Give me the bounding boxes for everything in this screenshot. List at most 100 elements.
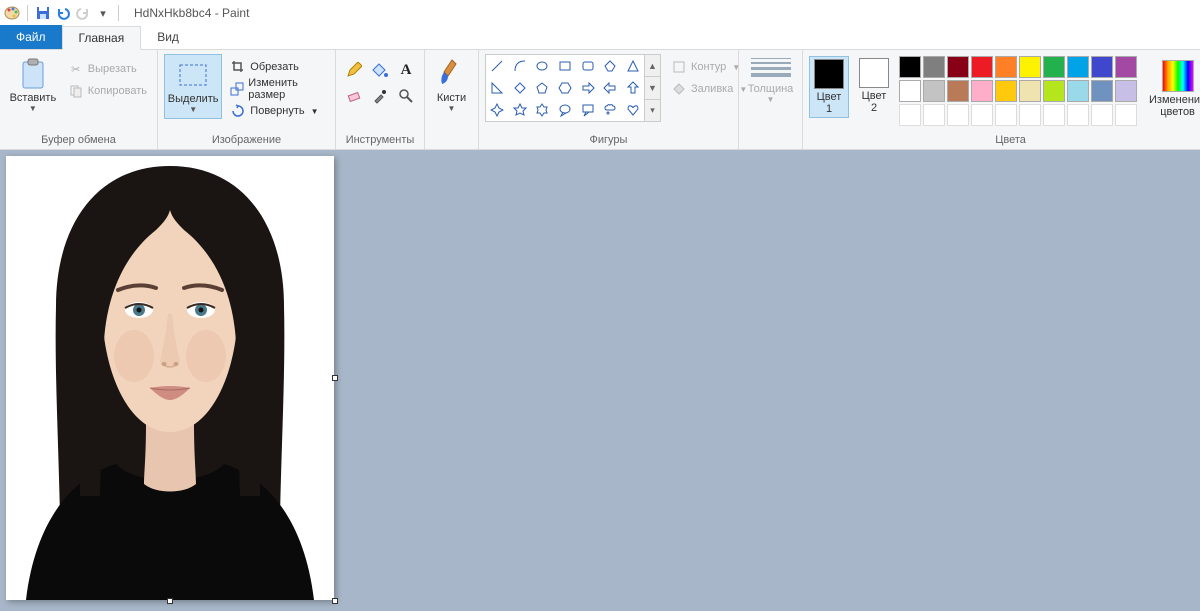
- shape-callout-cloud[interactable]: [599, 99, 622, 121]
- shape-hexagon[interactable]: [554, 77, 577, 99]
- shape-triangle[interactable]: [621, 55, 644, 77]
- brushes-button[interactable]: Кисти ▼: [428, 54, 476, 117]
- size-button[interactable]: Толщина ▼: [740, 54, 802, 108]
- palette-empty[interactable]: [971, 104, 993, 126]
- shape-line[interactable]: [486, 55, 509, 77]
- paste-button[interactable]: Вставить ▼: [6, 54, 60, 117]
- palette-color[interactable]: [1019, 56, 1041, 78]
- palette-color[interactable]: [995, 80, 1017, 102]
- canvas-area[interactable]: [0, 150, 1200, 611]
- save-icon[interactable]: [35, 5, 51, 21]
- palette-color[interactable]: [1115, 56, 1137, 78]
- resize-handle-right[interactable]: [332, 375, 338, 381]
- shape-rect[interactable]: [554, 55, 577, 77]
- rotate-button[interactable]: Повернуть ▼: [226, 100, 329, 122]
- select-rect-icon: [177, 59, 209, 91]
- palette-empty[interactable]: [1067, 104, 1089, 126]
- shape-star4[interactable]: [486, 99, 509, 121]
- undo-icon[interactable]: [55, 5, 71, 21]
- canvas[interactable]: [6, 156, 334, 600]
- palette-color[interactable]: [971, 80, 993, 102]
- shape-polygon[interactable]: [599, 55, 622, 77]
- scissors-icon: ✂: [68, 61, 84, 77]
- palette-color[interactable]: [971, 56, 993, 78]
- shape-right-triangle[interactable]: [486, 77, 509, 99]
- color-palette: [899, 56, 1137, 126]
- palette-empty[interactable]: [1115, 104, 1137, 126]
- palette-empty[interactable]: [1019, 104, 1041, 126]
- fill-tool[interactable]: [368, 58, 392, 82]
- shape-star5[interactable]: [509, 99, 532, 121]
- shape-heart[interactable]: [621, 99, 644, 121]
- cut-button[interactable]: ✂ Вырезать: [64, 58, 151, 80]
- canvas-image: [6, 156, 334, 600]
- palette-color[interactable]: [899, 56, 921, 78]
- shape-callout-round[interactable]: [554, 99, 577, 121]
- chevron-down-icon: ▼: [767, 95, 775, 104]
- shapes-gallery[interactable]: [485, 54, 645, 122]
- resize-handle-bottom[interactable]: [167, 598, 173, 604]
- resize-handle-corner[interactable]: [332, 598, 338, 604]
- shape-roundrect[interactable]: [576, 55, 599, 77]
- palette-color[interactable]: [1115, 80, 1137, 102]
- palette-empty[interactable]: [995, 104, 1017, 126]
- shape-pentagon[interactable]: [531, 77, 554, 99]
- resize-button[interactable]: Изменить размер: [226, 78, 329, 100]
- outline-icon: [671, 59, 687, 75]
- shape-diamond[interactable]: [509, 77, 532, 99]
- clipboard-icon: [17, 58, 49, 90]
- shape-callout-rect[interactable]: [576, 99, 599, 121]
- palette-color[interactable]: [1067, 56, 1089, 78]
- picker-tool[interactable]: [368, 84, 392, 108]
- shape-star6[interactable]: [531, 99, 554, 121]
- scroll-up-icon[interactable]: ▲: [645, 55, 660, 77]
- copy-button[interactable]: Копировать: [64, 80, 151, 102]
- shape-curve[interactable]: [509, 55, 532, 77]
- zoom-tool[interactable]: [394, 84, 418, 108]
- palette-empty[interactable]: [923, 104, 945, 126]
- crop-button[interactable]: Обрезать: [226, 56, 329, 78]
- select-button[interactable]: Выделить ▼: [164, 54, 222, 119]
- palette-color[interactable]: [1043, 56, 1065, 78]
- palette-color[interactable]: [1067, 80, 1089, 102]
- palette-color[interactable]: [1043, 80, 1065, 102]
- edit-colors-button[interactable]: Изменение цветов: [1143, 56, 1200, 122]
- redo-icon[interactable]: [75, 5, 91, 21]
- shape-arrow-right[interactable]: [576, 77, 599, 99]
- palette-color[interactable]: [923, 56, 945, 78]
- palette-color[interactable]: [1091, 56, 1113, 78]
- chevron-down-icon: ▼: [311, 107, 319, 116]
- window-title: HdNxHkb8bc4 - Paint: [134, 6, 249, 20]
- tab-file[interactable]: Файл: [0, 25, 62, 49]
- palette-color[interactable]: [1091, 80, 1113, 102]
- shapes-scroll[interactable]: ▲ ▼ ▾: [645, 54, 661, 122]
- palette-color[interactable]: [995, 56, 1017, 78]
- palette-empty[interactable]: [947, 104, 969, 126]
- palette-color[interactable]: [947, 56, 969, 78]
- shape-arrow-up[interactable]: [621, 77, 644, 99]
- group-label-tools: Инструменты: [336, 134, 424, 149]
- palette-color[interactable]: [1019, 80, 1041, 102]
- palette-color[interactable]: [947, 80, 969, 102]
- shape-arrow-left[interactable]: [599, 77, 622, 99]
- color2-swatch: [859, 58, 889, 88]
- app-icon: [4, 5, 20, 21]
- pencil-tool[interactable]: [342, 58, 366, 82]
- shape-oval[interactable]: [531, 55, 554, 77]
- text-tool[interactable]: A: [394, 58, 418, 82]
- palette-color[interactable]: [923, 80, 945, 102]
- palette-color[interactable]: [899, 80, 921, 102]
- qat-customize-icon[interactable]: ▾: [95, 5, 111, 21]
- eraser-tool[interactable]: [342, 84, 366, 108]
- palette-empty[interactable]: [899, 104, 921, 126]
- palette-empty[interactable]: [1091, 104, 1113, 126]
- tab-view[interactable]: Вид: [141, 25, 195, 49]
- color2-slot[interactable]: Цвет 2: [855, 56, 893, 116]
- scroll-expand-icon[interactable]: ▾: [645, 100, 660, 121]
- size-lines-icon: [751, 58, 791, 77]
- color1-slot[interactable]: Цвет 1: [809, 56, 849, 118]
- palette-empty[interactable]: [1043, 104, 1065, 126]
- group-label-shapes: Фигуры: [479, 134, 738, 149]
- tab-home[interactable]: Главная: [62, 26, 142, 50]
- scroll-down-icon[interactable]: ▼: [645, 77, 660, 99]
